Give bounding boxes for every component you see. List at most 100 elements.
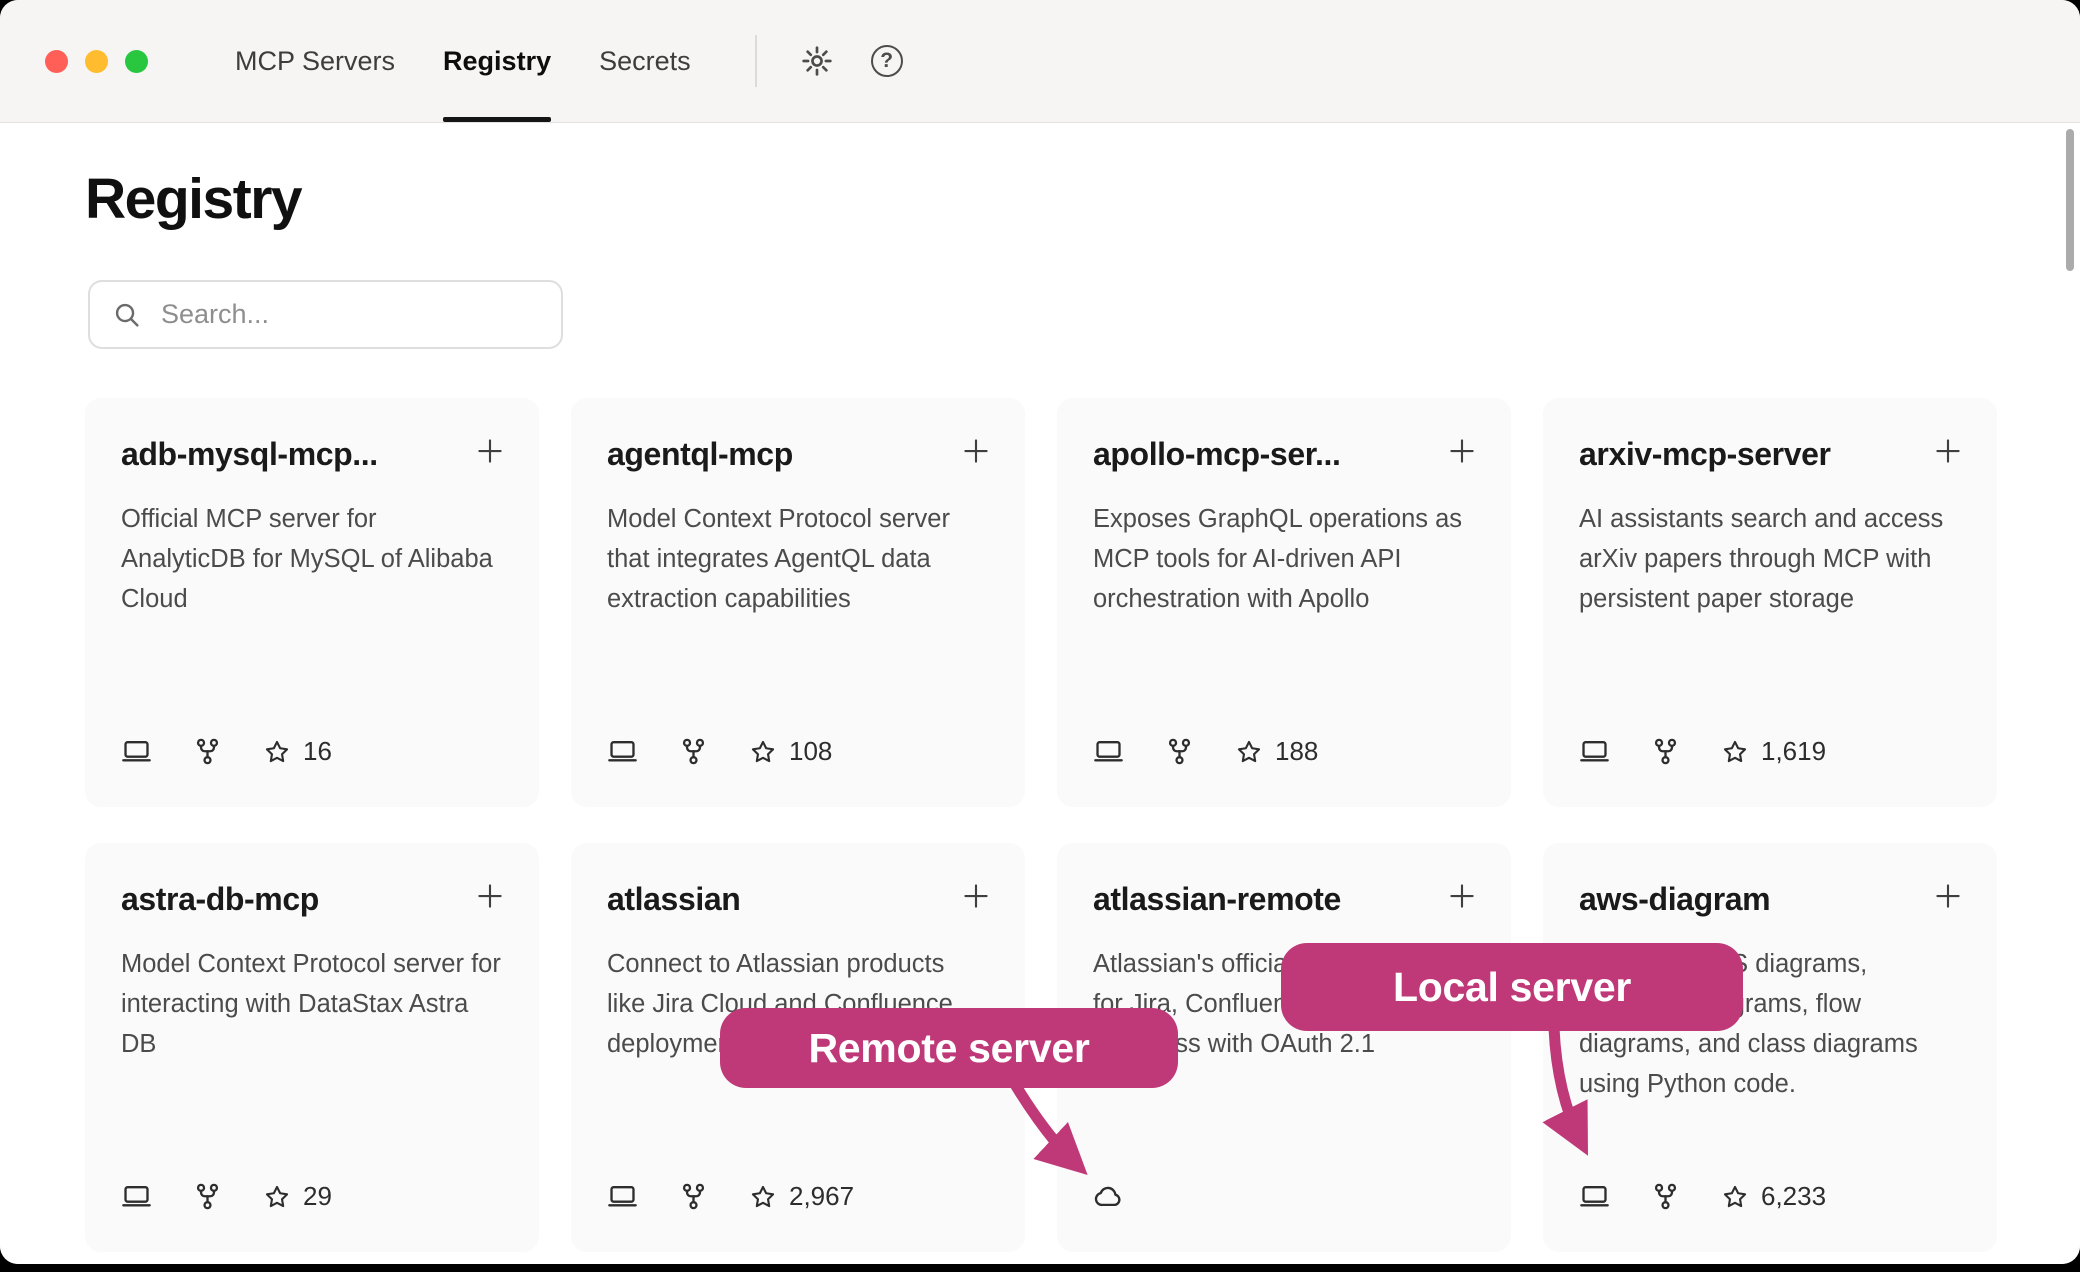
card-footer: 108: [607, 736, 989, 767]
tab-registry[interactable]: Registry: [419, 0, 575, 122]
zoom-button[interactable]: [125, 50, 148, 73]
server-card-grid: adb-mysql-mcp... Official MCP server for…: [85, 398, 1997, 1252]
add-server-button[interactable]: [959, 434, 993, 468]
close-button[interactable]: [45, 50, 68, 73]
card-footer: [1093, 1181, 1475, 1212]
plus-icon: [473, 434, 507, 468]
star-count-value: 2,967: [789, 1181, 854, 1212]
plus-icon: [1931, 434, 1965, 468]
add-server-button[interactable]: [1931, 879, 1965, 913]
tab-mcp-servers[interactable]: MCP Servers: [211, 0, 419, 122]
add-server-button[interactable]: [959, 879, 993, 913]
gear-icon: [800, 44, 834, 78]
github-fork-icon[interactable]: [1650, 1181, 1681, 1212]
star-count-value: 1,619: [1761, 736, 1826, 767]
star-icon: [1235, 738, 1263, 766]
add-server-button[interactable]: [473, 434, 507, 468]
star-count: 29: [263, 1181, 332, 1212]
add-server-button[interactable]: [1445, 434, 1479, 468]
add-server-button[interactable]: [473, 879, 507, 913]
github-fork-icon[interactable]: [678, 1181, 709, 1212]
server-description: AI assistants search and access arXiv pa…: [1579, 499, 1961, 619]
star-count-value: 29: [303, 1181, 332, 1212]
star-icon: [263, 738, 291, 766]
laptop-icon: [1093, 736, 1124, 767]
add-server-button[interactable]: [1931, 434, 1965, 468]
help-button[interactable]: ?: [865, 39, 909, 83]
star-count-value: 16: [303, 736, 332, 767]
github-fork-icon[interactable]: [678, 736, 709, 767]
github-fork-icon[interactable]: [1164, 736, 1195, 767]
minimize-button[interactable]: [85, 50, 108, 73]
plus-icon: [959, 434, 993, 468]
plus-icon: [959, 879, 993, 913]
star-icon: [749, 1183, 777, 1211]
star-count: 16: [263, 736, 332, 767]
star-count-value: 188: [1275, 736, 1318, 767]
cloud-icon: [1093, 1181, 1124, 1212]
server-name: apollo-mcp-ser...: [1093, 436, 1340, 473]
star-count-value: 6,233: [1761, 1181, 1826, 1212]
github-fork-icon[interactable]: [192, 736, 223, 767]
star-count: 2,967: [749, 1181, 854, 1212]
server-name: atlassian-remote: [1093, 881, 1341, 918]
server-name: arxiv-mcp-server: [1579, 436, 1831, 473]
local-server-callout: Local server: [1281, 943, 1743, 1031]
plus-icon: [1445, 879, 1479, 913]
server-card: astra-db-mcp Model Context Protocol serv…: [85, 843, 539, 1252]
server-description: Model Context Protocol server that integ…: [607, 499, 989, 619]
server-description: Official MCP server for AnalyticDB for M…: [121, 499, 503, 619]
server-name: aws-diagram: [1579, 881, 1770, 918]
server-card: aws-diagram Generate AWS diagrams, seque…: [1543, 843, 1997, 1252]
scrollbar-thumb[interactable]: [2066, 129, 2074, 271]
server-description: Model Context Protocol server for intera…: [121, 944, 503, 1064]
star-icon: [1721, 738, 1749, 766]
github-fork-icon[interactable]: [192, 1181, 223, 1212]
star-count: 108: [749, 736, 832, 767]
plus-icon: [473, 879, 507, 913]
toolbar-divider: [755, 35, 757, 87]
laptop-icon: [1579, 1181, 1610, 1212]
star-count-value: 108: [789, 736, 832, 767]
laptop-icon: [121, 736, 152, 767]
star-count: 188: [1235, 736, 1318, 767]
add-server-button[interactable]: [1445, 879, 1479, 913]
laptop-icon: [607, 736, 638, 767]
star-icon: [263, 1183, 291, 1211]
page-title: Registry: [85, 166, 2080, 232]
plus-icon: [1931, 879, 1965, 913]
laptop-icon: [607, 1181, 638, 1212]
laptop-icon: [1579, 736, 1610, 767]
server-name: atlassian: [607, 881, 740, 918]
card-footer: 1,619: [1579, 736, 1961, 767]
card-footer: 188: [1093, 736, 1475, 767]
server-card: apollo-mcp-ser... Exposes GraphQL operat…: [1057, 398, 1511, 807]
settings-button[interactable]: [795, 39, 839, 83]
search-input[interactable]: [159, 298, 539, 331]
star-icon: [1721, 1183, 1749, 1211]
server-description: Exposes GraphQL operations as MCP tools …: [1093, 499, 1475, 619]
server-name: astra-db-mcp: [121, 881, 319, 918]
github-fork-icon[interactable]: [1650, 736, 1681, 767]
star-count: 6,233: [1721, 1181, 1826, 1212]
card-footer: 16: [121, 736, 503, 767]
titlebar: MCP Servers Registry Secrets ?: [0, 0, 2080, 123]
tab-secrets[interactable]: Secrets: [575, 0, 715, 122]
card-footer: 2,967: [607, 1181, 989, 1212]
traffic-lights: [0, 0, 148, 122]
laptop-icon: [121, 1181, 152, 1212]
card-footer: 6,233: [1579, 1181, 1961, 1212]
plus-icon: [1445, 434, 1479, 468]
main-tabs: MCP Servers Registry Secrets: [211, 0, 715, 122]
search-box: [88, 280, 563, 349]
server-name: adb-mysql-mcp...: [121, 436, 378, 473]
app-window: MCP Servers Registry Secrets ? Registry: [0, 0, 2080, 1264]
registry-page: Registry adb-mysql-mcp... Official MCP s…: [0, 166, 2080, 1264]
star-count: 1,619: [1721, 736, 1826, 767]
server-card: agentql-mcp Model Context Protocol serve…: [571, 398, 1025, 807]
star-icon: [749, 738, 777, 766]
help-icon: ?: [871, 45, 903, 77]
search-icon: [112, 300, 141, 329]
server-card: arxiv-mcp-server AI assistants search an…: [1543, 398, 1997, 807]
remote-server-callout: Remote server: [720, 1008, 1178, 1088]
